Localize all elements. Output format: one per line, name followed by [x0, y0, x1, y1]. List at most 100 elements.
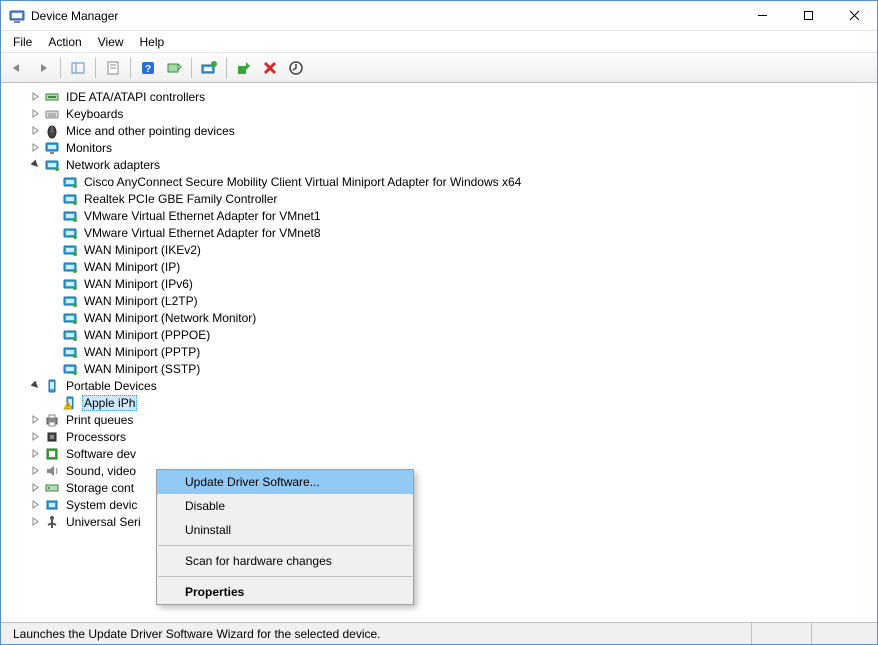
- tree-node[interactable]: Universal Seri: [5, 513, 877, 530]
- tree-node[interactable]: WAN Miniport (Network Monitor): [5, 309, 877, 326]
- context-menu-item[interactable]: Disable: [157, 494, 413, 518]
- mouse-icon: [44, 123, 60, 139]
- tree-node[interactable]: WAN Miniport (PPPOE): [5, 326, 877, 343]
- tree-node-label: WAN Miniport (IKEv2): [82, 242, 203, 258]
- toolbar: ?: [1, 53, 877, 83]
- tree-node-label: Processors: [64, 429, 128, 445]
- network-icon: [62, 225, 78, 241]
- expand-icon[interactable]: [29, 124, 42, 137]
- menu-view[interactable]: View: [90, 33, 132, 51]
- cpu-icon: [44, 429, 60, 445]
- context-menu-item[interactable]: Properties: [157, 580, 413, 604]
- expand-icon[interactable]: [29, 141, 42, 154]
- tree-node-label: Monitors: [64, 140, 114, 156]
- sound-icon: [44, 463, 60, 479]
- forward-button[interactable]: [31, 56, 55, 80]
- tree-node[interactable]: VMware Virtual Ethernet Adapter for VMne…: [5, 224, 877, 241]
- tree-node[interactable]: System devic: [5, 496, 877, 513]
- tree-node[interactable]: Processors: [5, 428, 877, 445]
- tree-node-label: WAN Miniport (SSTP): [82, 361, 202, 377]
- tree-node-label: Apple iPh: [82, 395, 137, 411]
- menu-action[interactable]: Action: [40, 33, 89, 51]
- help-button[interactable]: ?: [136, 56, 160, 80]
- network-icon: [62, 259, 78, 275]
- tree-node[interactable]: WAN Miniport (SSTP): [5, 360, 877, 377]
- tree-node-label: Sound, video: [64, 463, 138, 479]
- tree-node-label: System devic: [64, 497, 139, 513]
- tree-node[interactable]: Software dev: [5, 445, 877, 462]
- close-button[interactable]: [831, 1, 877, 30]
- network-icon: [62, 208, 78, 224]
- tree-node[interactable]: WAN Miniport (IP): [5, 258, 877, 275]
- expand-icon[interactable]: [29, 447, 42, 460]
- window-controls: [739, 1, 877, 30]
- tree-node[interactable]: Storage cont: [5, 479, 877, 496]
- expand-icon[interactable]: [29, 430, 42, 443]
- tree-node-label: VMware Virtual Ethernet Adapter for VMne…: [82, 225, 323, 241]
- context-menu-item[interactable]: Uninstall: [157, 518, 413, 542]
- network-icon: [62, 344, 78, 360]
- tree-node-label: WAN Miniport (IPv6): [82, 276, 195, 292]
- tree-node[interactable]: IDE ATA/ATAPI controllers: [5, 88, 877, 105]
- network-icon: [62, 174, 78, 190]
- tree-node-label: WAN Miniport (L2TP): [82, 293, 200, 309]
- tree-node-label: Cisco AnyConnect Secure Mobility Client …: [82, 174, 523, 190]
- expand-icon[interactable]: [29, 481, 42, 494]
- tree-node[interactable]: WAN Miniport (PPTP): [5, 343, 877, 360]
- content-area: IDE ATA/ATAPI controllersKeyboardsMice a…: [1, 83, 877, 622]
- tree-node-label: WAN Miniport (PPTP): [82, 344, 202, 360]
- tree-node[interactable]: VMware Virtual Ethernet Adapter for VMne…: [5, 207, 877, 224]
- uninstall-button[interactable]: [258, 56, 282, 80]
- tree-node[interactable]: Network adapters: [5, 156, 877, 173]
- expand-icon[interactable]: [29, 90, 42, 103]
- context-menu-item[interactable]: Update Driver Software...: [157, 470, 413, 494]
- menu-help[interactable]: Help: [132, 33, 173, 51]
- back-button[interactable]: [5, 56, 29, 80]
- disable-button[interactable]: [232, 56, 256, 80]
- tree-node[interactable]: Keyboards: [5, 105, 877, 122]
- tree-node-label: Keyboards: [64, 106, 125, 122]
- storage-icon: [44, 480, 60, 496]
- menu-file[interactable]: File: [5, 33, 40, 51]
- show-hide-console-button[interactable]: [66, 56, 90, 80]
- tree-node-label: Software dev: [64, 446, 138, 462]
- action5-button[interactable]: [284, 56, 308, 80]
- status-text: Launches the Update Driver Software Wiza…: [7, 623, 751, 644]
- network-icon: [62, 191, 78, 207]
- tree-node-label: Universal Seri: [64, 514, 143, 530]
- svg-text:?: ?: [145, 64, 151, 75]
- maximize-button[interactable]: [785, 1, 831, 30]
- tree-node-label: WAN Miniport (PPPOE): [82, 327, 212, 343]
- tree-node[interactable]: Portable Devices: [5, 377, 877, 394]
- tree-node[interactable]: Sound, video: [5, 462, 877, 479]
- expand-icon[interactable]: [29, 107, 42, 120]
- collapse-icon[interactable]: [29, 379, 42, 392]
- tree-node[interactable]: Cisco AnyConnect Secure Mobility Client …: [5, 173, 877, 190]
- expand-icon[interactable]: [29, 413, 42, 426]
- tree-node[interactable]: Print queues: [5, 411, 877, 428]
- tree-node[interactable]: Mice and other pointing devices: [5, 122, 877, 139]
- tree-node[interactable]: WAN Miniport (IKEv2): [5, 241, 877, 258]
- expand-icon[interactable]: [29, 515, 42, 528]
- network-icon: [62, 293, 78, 309]
- collapse-icon[interactable]: [29, 158, 42, 171]
- context-menu-item[interactable]: Scan for hardware changes: [157, 549, 413, 573]
- tree-node-label: Network adapters: [64, 157, 162, 173]
- tree-node[interactable]: Monitors: [5, 139, 877, 156]
- network-icon: [44, 157, 60, 173]
- expand-icon[interactable]: [29, 498, 42, 511]
- device-manager-window: Device Manager File Action View Help ? I…: [0, 0, 878, 645]
- network-icon: [62, 327, 78, 343]
- tree-node[interactable]: Realtek PCIe GBE Family Controller: [5, 190, 877, 207]
- device-tree[interactable]: IDE ATA/ATAPI controllersKeyboardsMice a…: [1, 84, 877, 622]
- tree-node[interactable]: !Apple iPh: [5, 394, 877, 411]
- properties-button[interactable]: [101, 56, 125, 80]
- tree-node[interactable]: WAN Miniport (IPv6): [5, 275, 877, 292]
- scan-hardware-button[interactable]: [162, 56, 186, 80]
- tree-node-label: WAN Miniport (Network Monitor): [82, 310, 258, 326]
- keyboard-icon: [44, 106, 60, 122]
- minimize-button[interactable]: [739, 1, 785, 30]
- tree-node[interactable]: WAN Miniport (L2TP): [5, 292, 877, 309]
- update-driver-button[interactable]: [197, 56, 221, 80]
- expand-icon[interactable]: [29, 464, 42, 477]
